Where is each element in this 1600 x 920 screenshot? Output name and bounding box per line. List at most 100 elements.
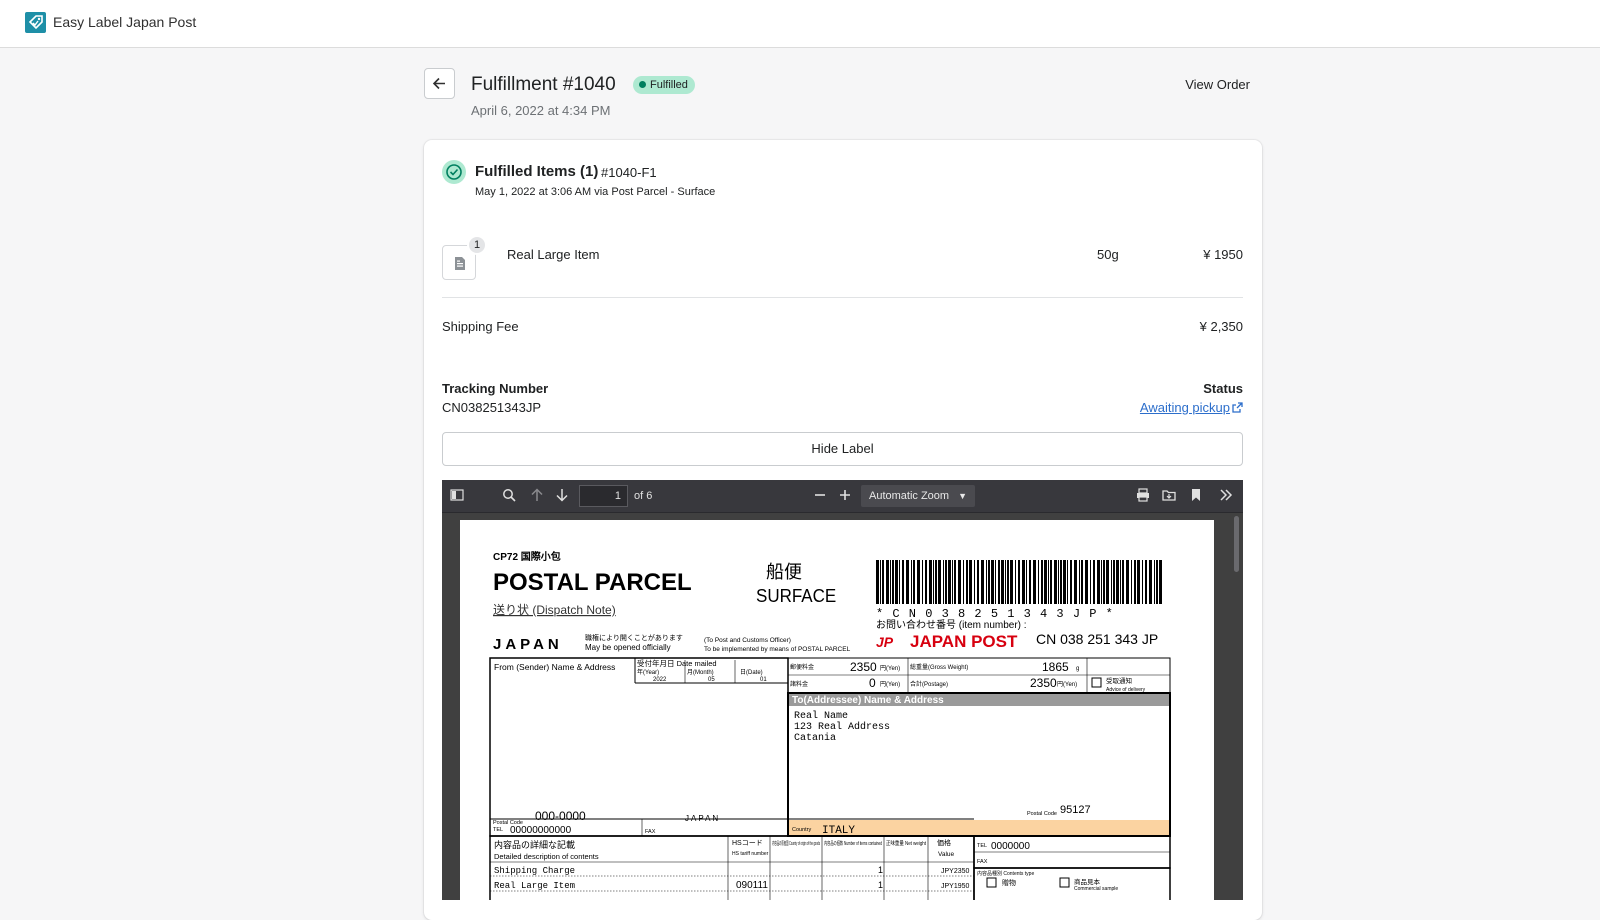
item-weight: 50g (1097, 247, 1119, 262)
label-row-1-count: 1 (878, 865, 883, 875)
external-link-icon (1232, 402, 1243, 413)
label-implemented: To be implemented by means of POSTAL PAR… (704, 646, 851, 653)
hide-label-button[interactable]: Hide Label (442, 432, 1243, 466)
barcode-bar (963, 560, 964, 604)
label-sample-jp: 商品見本 (1074, 877, 1101, 886)
barcode-bar (935, 560, 937, 604)
chevron-down-icon: ▼ (958, 491, 967, 501)
label-item-number: CN 038 251 343 JP (1036, 631, 1158, 647)
zoom-select-value: Automatic Zoom (869, 490, 950, 502)
label-insurance: 郵便料金 (790, 663, 814, 671)
item-name: Real Large Item (507, 247, 600, 262)
page-count: of 6 (634, 490, 653, 502)
status-link-text: Awaiting pickup (1139, 400, 1230, 415)
label-yen-3: 円(Yen) (1057, 681, 1077, 688)
barcode-bar (925, 560, 927, 604)
arrow-down-icon[interactable] (555, 488, 569, 502)
barcode-bar (886, 560, 889, 604)
label-to-line-2: 123 Real Address (794, 721, 890, 733)
barcode-bar (1050, 560, 1052, 604)
open-file-icon[interactable] (1162, 488, 1177, 502)
page-date: April 6, 2022 at 4:34 PM (471, 103, 611, 118)
view-order-link[interactable]: View Order (1185, 77, 1250, 92)
label-method-en: SURFACE (756, 585, 836, 606)
zoom-out-icon[interactable] (813, 488, 827, 502)
barcode-bar (1018, 560, 1020, 604)
tracking-number-label: Tracking Number (442, 381, 549, 396)
barcode-bar (1142, 560, 1143, 604)
barcode-bar (1106, 560, 1109, 604)
barcode-bar (1048, 560, 1049, 604)
zoom-select[interactable]: Automatic Zoom ▼ (861, 485, 975, 507)
arrow-up-icon[interactable] (530, 488, 544, 502)
label-row-2-hs: 090111 (736, 880, 768, 891)
label-accept-date: 受付年月日 Date mailed (637, 658, 717, 668)
label-net-col: 正味重量 Net weight (886, 839, 926, 847)
zoom-in-icon[interactable] (838, 488, 852, 502)
search-icon[interactable] (502, 488, 516, 502)
barcode-bar (933, 560, 934, 604)
barcode-bar (977, 560, 979, 604)
label-fax-label: FAX (645, 829, 656, 835)
label-row-2-count: 1 (878, 880, 883, 890)
shipping-label: CP72 国際小包 POSTAL PARCEL 送り状 (Dispatch No… (489, 550, 1171, 900)
barcode-bar (913, 560, 915, 604)
barcode-bar (1093, 560, 1095, 604)
arrow-left-icon (432, 77, 445, 90)
label-row-1-value: JPY2350 (941, 868, 970, 875)
label-day-label: 日(Date) (740, 669, 763, 676)
label-japan-post: JAPAN POST (910, 632, 1018, 651)
status-dot-icon (639, 81, 646, 88)
label-row-1-desc: Shipping Charge (494, 866, 575, 876)
fulfilled-items-title: Fulfilled Items (1) (475, 163, 599, 180)
barcode-bar (1097, 560, 1100, 604)
label-opened-en: May be opened officially (585, 643, 671, 652)
pdf-scrollbar[interactable] (1234, 516, 1239, 572)
barcode-bar (917, 560, 920, 604)
label-day: 01 (760, 677, 767, 683)
back-button[interactable] (424, 68, 455, 99)
page-number-input[interactable]: 1 (579, 485, 628, 507)
barcode-bar (1149, 560, 1152, 604)
barcode-bar (1063, 560, 1066, 604)
notice-checkbox (1091, 677, 1102, 688)
top-bar: Easy Label Japan Post (0, 0, 1600, 48)
label-from-postal: 000-0000 (535, 809, 586, 823)
pdf-toolbar: 1 of 6 Automatic Zoom ▼ (442, 480, 1243, 513)
label-to-fax-label: FAX (977, 859, 988, 865)
label-origin-col: 内容品の原産国 Country of origin of the goods (772, 840, 820, 847)
label-to-tel: 0000000 (991, 841, 1030, 852)
label-row-2-desc: Real Large Item (494, 881, 575, 891)
bookmark-icon[interactable] (1190, 488, 1202, 502)
barcode-bar (1029, 560, 1031, 604)
status-link[interactable]: Awaiting pickup (1140, 400, 1243, 415)
barcode-bar (1159, 560, 1162, 604)
item-price: ¥ 1950 (1203, 247, 1243, 262)
barcode-bar (1041, 560, 1043, 604)
label-postage: 合計(Postage) (910, 680, 948, 688)
label-to-tel-label: TEL (977, 843, 987, 849)
label-value-en: Value (938, 851, 955, 858)
tools-chevron-icon[interactable] (1219, 488, 1233, 502)
barcode-bar (1060, 560, 1062, 604)
print-icon[interactable] (1136, 488, 1150, 502)
label-fee: 諸料金 (790, 680, 808, 688)
barcode-bar (1134, 560, 1136, 604)
barcode-bar (876, 560, 879, 604)
sidebar-toggle-icon[interactable] (450, 488, 464, 502)
barcode-bar (1001, 560, 1004, 604)
item-quantity-badge: 1 (467, 235, 487, 255)
status-badge: Fulfilled (633, 76, 695, 94)
barcode-bar (1122, 560, 1124, 604)
barcode-bar (1070, 560, 1072, 604)
barcode-bar (1111, 560, 1112, 604)
barcode-bar (1081, 560, 1083, 604)
barcode-bar (958, 560, 961, 604)
barcode-bar (895, 560, 898, 604)
barcode-bar (899, 560, 900, 604)
barcode-bar (1116, 560, 1119, 604)
barcode-bar (890, 560, 891, 604)
label-value-jp: 価格 (937, 838, 951, 847)
label-tel-label: TEL (493, 827, 503, 833)
label-fee-val: 0 (869, 676, 876, 690)
